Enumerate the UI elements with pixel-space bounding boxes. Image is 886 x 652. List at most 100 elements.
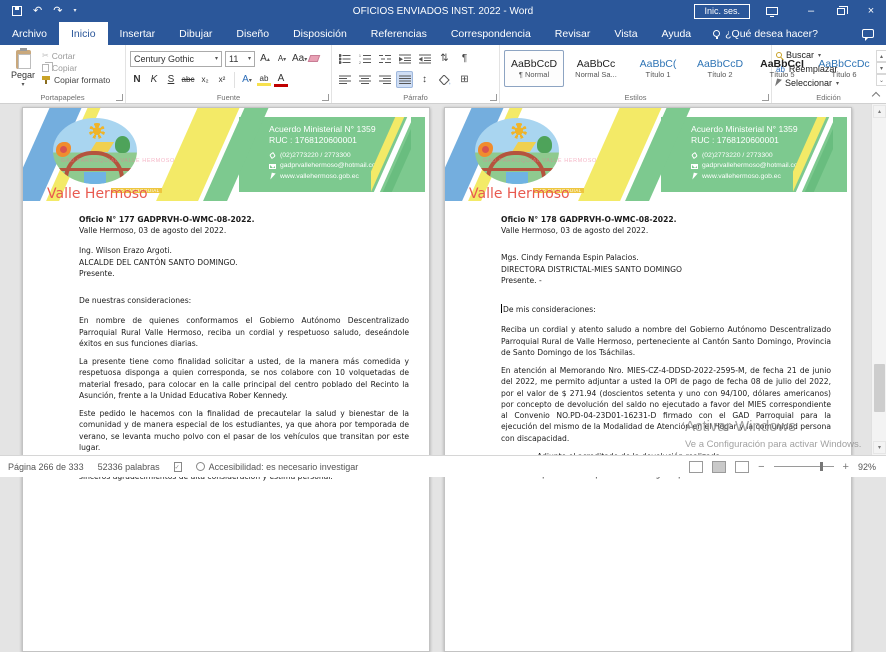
replace-button[interactable]: ab Reemplazar — [776, 62, 881, 76]
restore-button[interactable] — [826, 0, 856, 22]
zoom-slider-thumb[interactable] — [820, 462, 823, 471]
oficio-date: Valle Hermoso, 03 de agosto del 2022. — [501, 225, 831, 236]
comments-icon[interactable] — [862, 29, 874, 38]
format-painter-button[interactable]: Copiar formato — [42, 75, 110, 85]
text-effects-button[interactable]: A▾ — [240, 74, 254, 85]
tab-vista[interactable]: Vista — [602, 22, 649, 45]
grow-font-button[interactable]: A▴ — [258, 53, 272, 64]
word-count[interactable]: 52336 palabras — [98, 462, 160, 472]
align-right-button[interactable] — [376, 71, 393, 88]
style-normal[interactable]: AaBbCcD ¶ Normal — [504, 50, 564, 87]
tab-referencias[interactable]: Referencias — [359, 22, 439, 45]
highlight-color-button[interactable]: ab — [257, 74, 271, 86]
print-layout-button[interactable] — [712, 461, 726, 473]
italic-button[interactable]: K — [147, 74, 161, 85]
line-spacing-button[interactable]: ↕ — [416, 71, 433, 88]
shrink-font-button[interactable]: A▾ — [275, 53, 289, 64]
zoom-slider[interactable] — [774, 466, 834, 467]
page-indicator[interactable]: Página 266 de 333 — [8, 462, 84, 472]
close-button[interactable]: × — [856, 0, 886, 22]
save-icon[interactable] — [12, 6, 22, 16]
tab-disposicion[interactable]: Disposición — [281, 22, 359, 45]
font-dialog-launcher[interactable] — [322, 94, 329, 101]
river-water — [84, 172, 106, 184]
accessibility-status[interactable]: Accesibilidad: es necesario investigar — [196, 462, 359, 472]
chevron-down-icon: ▾ — [818, 52, 821, 59]
font-color-button[interactable]: A — [274, 73, 288, 87]
cut-label: Cortar — [52, 51, 76, 61]
sign-in-button[interactable]: Inic. ses. — [694, 4, 750, 19]
zoom-in-button[interactable]: + — [843, 461, 849, 473]
align-left-button[interactable] — [336, 71, 353, 88]
sort-button[interactable]: ⇅ — [436, 50, 453, 67]
zoom-out-button[interactable]: − — [758, 461, 764, 473]
scroll-down-arrow[interactable]: ▾ — [873, 441, 886, 454]
borders-button[interactable]: ⊞ — [456, 71, 473, 88]
select-button[interactable]: Seleccionar ▾ — [776, 76, 881, 90]
zoom-level[interactable]: 92% — [858, 462, 876, 472]
style-titulo-2[interactable]: AaBbCcD Título 2 — [690, 50, 750, 87]
bold-button[interactable]: N — [130, 74, 144, 85]
minimize-button[interactable]: – — [796, 0, 826, 22]
style-titulo-1[interactable]: AaBbC( Título 1 — [628, 50, 688, 87]
ribbon: Pegar ▾ ✂ Cortar Copiar Copiar formato P… — [0, 45, 886, 104]
proofing-status[interactable] — [174, 462, 182, 472]
web-layout-button[interactable] — [735, 461, 749, 473]
align-center-button[interactable] — [356, 71, 373, 88]
styles-dialog-launcher[interactable] — [762, 94, 769, 101]
clipboard-dialog-launcher[interactable] — [116, 94, 123, 101]
oficio-date: Valle Hermoso, 03 de agosto del 2022. — [79, 225, 409, 236]
copy-button[interactable]: Copiar — [42, 63, 110, 73]
tab-revisar[interactable]: Revisar — [543, 22, 603, 45]
logo-arc-text: GAD PARROQUIAL VALLE HERMOSO — [61, 158, 171, 164]
vertical-scrollbar[interactable]: ▴ ▾ — [871, 104, 886, 455]
superscript-button[interactable]: x² — [215, 75, 229, 84]
cut-button[interactable]: ✂ Cortar — [42, 51, 110, 61]
tab-insertar[interactable]: Insertar — [108, 22, 168, 45]
letter-body[interactable]: Oficio N° 178 GADPRVH-O-WMC-08-2022. Val… — [445, 201, 851, 480]
strikethrough-button[interactable]: abc — [181, 75, 195, 84]
font-name-combo[interactable]: Century Gothic ▾ — [130, 51, 222, 67]
paragraph-group-label: Párrafo — [332, 93, 499, 102]
scroll-up-arrow[interactable]: ▴ — [873, 105, 886, 118]
increase-indent-button[interactable] — [416, 50, 433, 67]
style-normal-sa[interactable]: AaBbCc Normal Sa... — [566, 50, 626, 87]
numbering-button[interactable]: 12 — [356, 50, 373, 67]
tab-correspondencia[interactable]: Correspondencia — [439, 22, 543, 45]
ribbon-tab-bar: Archivo Inicio Insertar Dibujar Diseño D… — [0, 22, 886, 45]
display-settings-icon[interactable] — [766, 7, 778, 15]
multilevel-list-button[interactable] — [376, 50, 393, 67]
tab-archivo[interactable]: Archivo — [0, 22, 59, 45]
oficio-number: Oficio N° 178 GADPRVH-O-WMC-08-2022. — [501, 214, 831, 225]
font-size-combo[interactable]: 11 ▾ — [225, 51, 255, 67]
subscript-button[interactable]: x₂ — [198, 75, 212, 84]
justify-button[interactable] — [396, 71, 413, 88]
paragraph-dialog-launcher[interactable] — [490, 94, 497, 101]
shading-button[interactable] — [436, 71, 453, 88]
paste-button[interactable]: Pegar ▾ — [4, 48, 42, 90]
find-button[interactable]: Buscar ▾ — [776, 48, 881, 62]
tab-dibujar[interactable]: Dibujar — [167, 22, 224, 45]
document-page-1[interactable]: Acuerdo Ministerial N° 1359 RUC : 176812… — [22, 107, 430, 652]
redo-icon[interactable]: ↷ — [53, 6, 62, 17]
tab-inicio[interactable]: Inicio — [59, 22, 108, 45]
tab-diseno[interactable]: Diseño — [224, 22, 281, 45]
document-page-2[interactable]: Acuerdo Ministerial N° 1359 RUC : 176812… — [444, 107, 852, 652]
clear-formatting-icon[interactable] — [308, 55, 321, 62]
paragraph: En atención al Memorando Nro. MIES-CZ-4-… — [501, 365, 831, 444]
read-mode-button[interactable] — [689, 461, 703, 473]
change-case-button[interactable]: Aa▾ — [292, 53, 306, 64]
undo-icon[interactable]: ↶ — [33, 6, 42, 17]
underline-button[interactable]: S — [164, 74, 178, 85]
tab-ayuda[interactable]: Ayuda — [650, 22, 704, 45]
scrollbar-thumb[interactable] — [874, 364, 885, 412]
letter-body[interactable]: Oficio N° 177 GADPRVH-O-WMC-08-2022. Val… — [23, 201, 429, 482]
select-label: Seleccionar — [785, 78, 832, 88]
tell-me-search[interactable]: ¿Qué desea hacer? — [703, 22, 828, 45]
salutation: De nuestras consideraciones: — [79, 295, 409, 306]
quick-access-toolbar: ↶ ↷ ▾ — [0, 6, 76, 17]
bullets-button[interactable] — [336, 50, 353, 67]
show-marks-button[interactable]: ¶ — [456, 50, 473, 67]
customize-qat-icon[interactable]: ▾ — [73, 8, 76, 14]
decrease-indent-button[interactable] — [396, 50, 413, 67]
